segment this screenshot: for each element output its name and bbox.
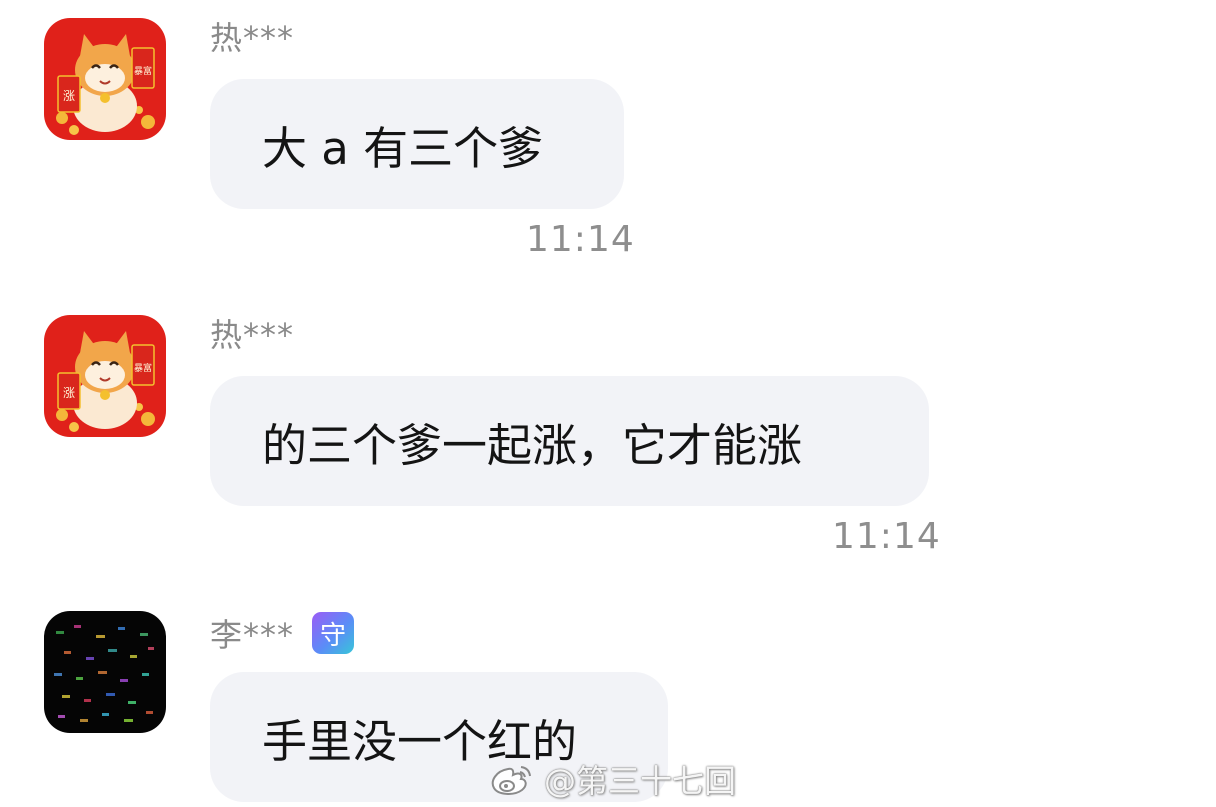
user-avatar[interactable]: 涨 暴富	[44, 18, 166, 140]
guardian-badge: 守	[312, 612, 355, 654]
sender-row: 李*** 守	[210, 610, 355, 656]
message-bubble[interactable]: 的三个爹一起涨，它才能涨	[210, 376, 929, 506]
weibo-icon	[491, 766, 531, 795]
watermark: @第三十七回	[488, 757, 736, 801]
svg-text:暴富: 暴富	[134, 362, 152, 374]
dark-mosaic-avatar	[44, 611, 166, 733]
sender-row: 热***	[210, 311, 294, 355]
sender-name[interactable]: 热***	[210, 310, 294, 356]
svg-text:涨: 涨	[63, 88, 75, 103]
sender-name[interactable]: 李***	[210, 610, 294, 656]
svg-text:涨: 涨	[63, 385, 75, 400]
watermark-text: @第三十七回	[544, 762, 737, 800]
lucky-cat-icon: 涨 暴富	[44, 18, 166, 140]
message-bubble[interactable]: 大 a 有三个爹	[210, 79, 624, 209]
lucky-cat-icon: 涨 暴富	[44, 315, 166, 437]
svg-text:暴富: 暴富	[134, 65, 152, 77]
sender-name[interactable]: 热***	[210, 13, 294, 59]
sender-row: 热***	[210, 14, 294, 58]
chat-area: 涨 暴富 热*** 大 a 有三个爹 11:14 涨 暴富 热*** 的三个爹一…	[0, 0, 1216, 807]
message-timestamp: 11:14	[832, 516, 941, 557]
user-avatar[interactable]	[44, 611, 166, 733]
user-avatar[interactable]: 涨 暴富	[44, 315, 166, 437]
message-timestamp: 11:14	[526, 219, 635, 260]
